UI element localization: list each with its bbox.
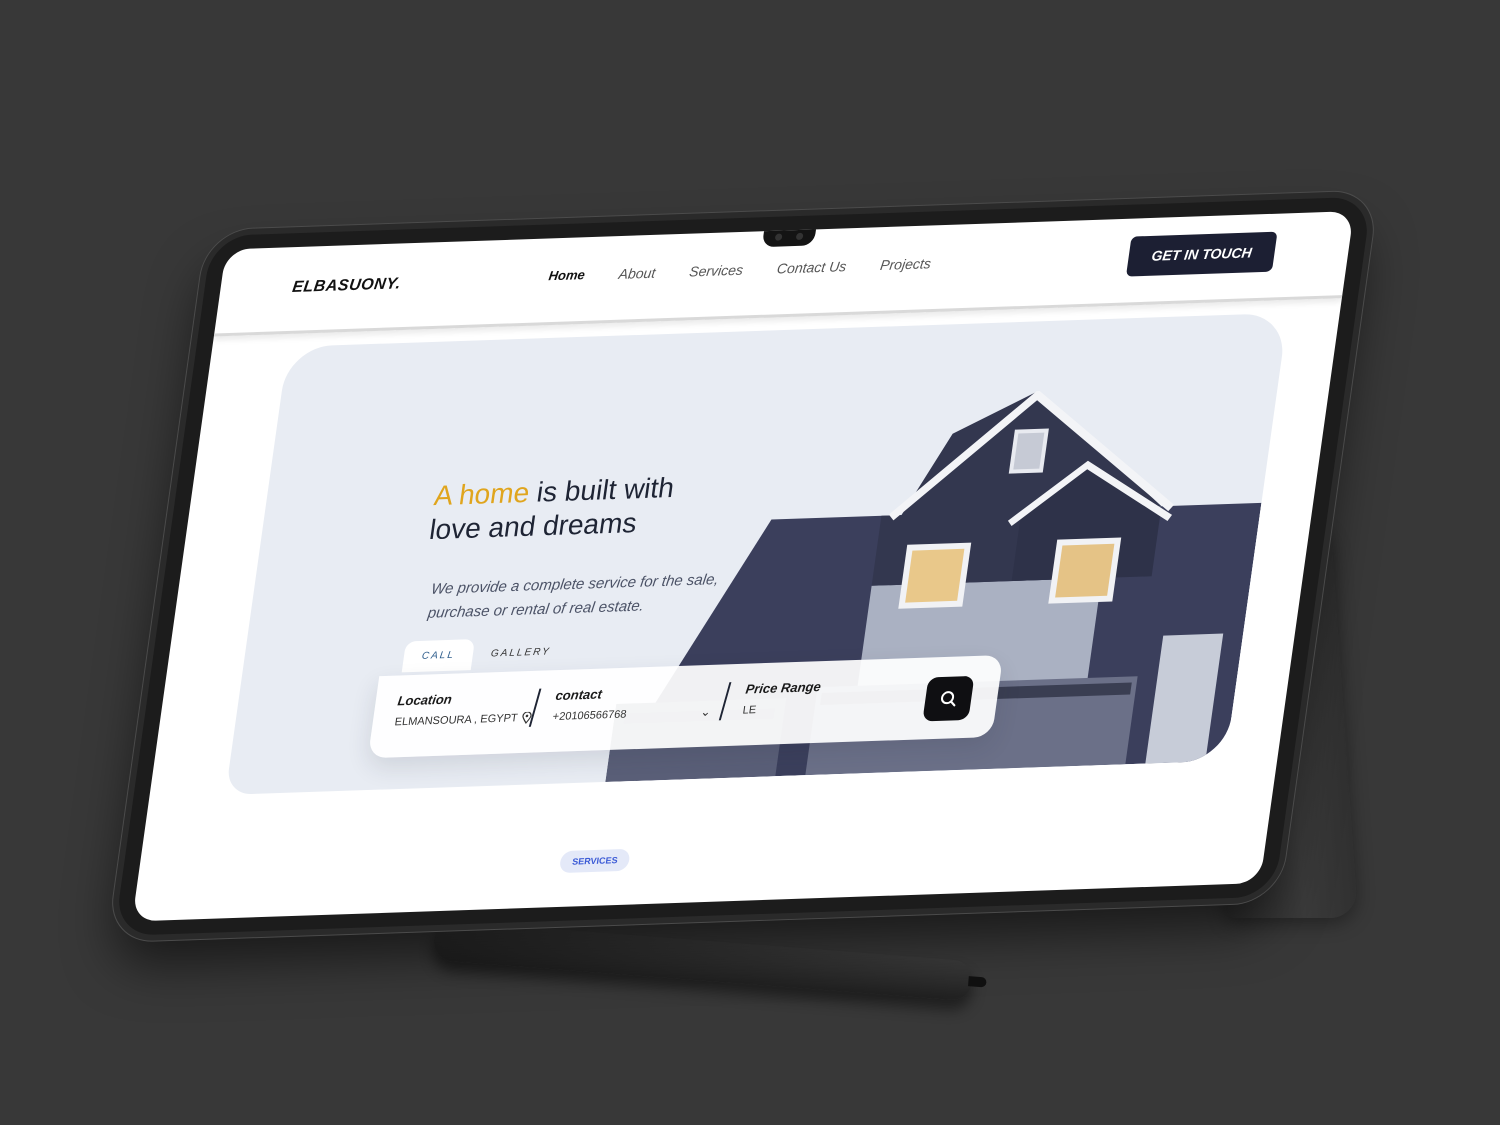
nav-link-services[interactable]: Services xyxy=(688,262,744,280)
tab-call[interactable]: CALL xyxy=(401,639,476,673)
nav-link-home[interactable]: Home xyxy=(548,267,586,284)
search-tabs: CALL GALLERY xyxy=(401,636,571,673)
headline-part-2: love and dreams xyxy=(427,507,639,546)
nav-links: Home About Services Contact Us Projects xyxy=(548,255,932,284)
contact-field[interactable]: contact +20106566768 xyxy=(551,686,631,724)
contact-value: +20106566768 xyxy=(551,708,628,724)
chevron-down-icon[interactable]: ⌄ xyxy=(700,705,712,719)
tablet-device: ELBASUONY. Home About Services Contact U… xyxy=(114,196,1372,936)
tablet-screen: ELBASUONY. Home About Services Contact U… xyxy=(131,211,1355,922)
headline-accent: A home xyxy=(432,476,532,512)
price-range-field[interactable]: Price Range LE xyxy=(742,679,822,717)
price-range-value: LE xyxy=(741,704,758,717)
location-label: Location xyxy=(396,691,453,709)
stylus-pen xyxy=(432,920,974,1002)
field-divider xyxy=(718,682,732,721)
hero-headline: A home is built with love and dreams xyxy=(427,471,676,547)
search-icon xyxy=(940,691,956,707)
contact-label: contact xyxy=(554,686,603,704)
nav-link-about[interactable]: About xyxy=(618,265,657,282)
get-in-touch-button[interactable]: GET IN TOUCH xyxy=(1125,231,1278,277)
search-button[interactable] xyxy=(922,675,975,722)
location-value: ELMANSOURA , EGYPT xyxy=(393,711,533,729)
hero-section: A home is built with love and dreams We … xyxy=(225,312,1289,795)
headline-part-1: is built with xyxy=(527,472,677,508)
location-text: ELMANSOURA , EGYPT xyxy=(393,712,519,729)
location-field[interactable]: Location ELMANSOURA , EGYPT xyxy=(393,689,536,729)
services-section-pill: SERVICES xyxy=(558,848,632,874)
nav-link-projects[interactable]: Projects xyxy=(879,255,932,273)
nav-link-contact[interactable]: Contact Us xyxy=(776,258,847,276)
brand-logo[interactable]: ELBASUONY. xyxy=(291,275,402,297)
price-range-label: Price Range xyxy=(744,679,822,697)
tab-gallery[interactable]: GALLERY xyxy=(471,636,571,670)
